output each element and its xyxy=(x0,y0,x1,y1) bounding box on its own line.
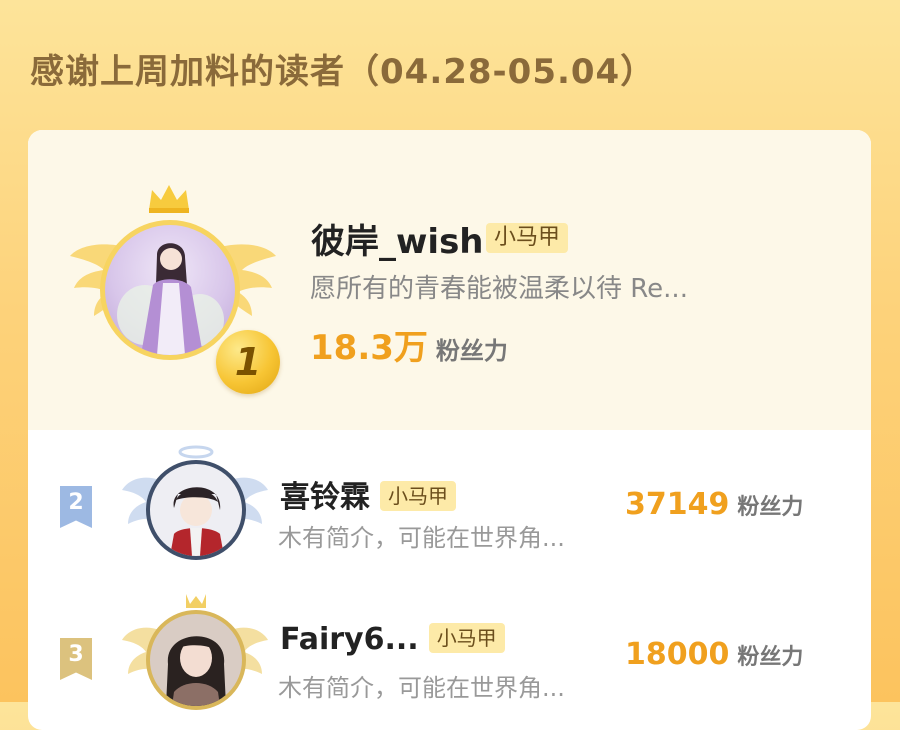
avatar-illustration xyxy=(117,243,224,355)
top-reader-bio: 愿所有的青春能被温柔以待 Re... xyxy=(310,274,688,304)
rank-ribbon-icon: 2 xyxy=(60,486,92,528)
avatar-illustration xyxy=(166,636,226,706)
fans-value: 18.3万 xyxy=(310,328,428,368)
reader-row[interactable]: 2 喜铃霖 小马甲 木有简介，可能在世界角... 37149 粉丝力 xyxy=(28,430,871,580)
top-reader-section[interactable]: 1 彼岸_wish 小马甲 愿所有的青春能被温柔以待 Re... 18.3万 粉丝… xyxy=(28,130,871,430)
reader-bio: 木有简介，可能在世界角... xyxy=(278,524,565,552)
page-title: 感谢上周加料的读者（04.28-05.04） xyxy=(30,52,656,92)
top-reader-avatar-frame: 1 xyxy=(68,182,280,394)
top-reader-name[interactable]: 彼岸_wish xyxy=(311,214,484,263)
fans-value: 18000 xyxy=(625,637,730,672)
fans-label: 粉丝力 xyxy=(435,337,508,365)
fans-value: 37149 xyxy=(625,487,730,522)
reader-badge: 小马甲 xyxy=(428,622,505,653)
top-reader-badge: 小马甲 xyxy=(486,223,569,253)
gold-medal-icon: 1 xyxy=(216,330,280,394)
reader-avatar[interactable] xyxy=(146,460,246,560)
crown-icon xyxy=(149,185,189,213)
reader-row[interactable]: 3 Fairy6... 小马甲 木有简介，可能在世界角... 18000 粉丝力 xyxy=(28,580,871,730)
rank-ribbon-icon: 3 xyxy=(60,638,92,680)
reader-avatar[interactable] xyxy=(146,610,246,710)
reader-fans: 18000 粉丝力 xyxy=(625,637,803,672)
top-reader-avatar[interactable] xyxy=(100,220,240,360)
reader-name[interactable]: 喜铃霖 小马甲 xyxy=(280,472,456,516)
leaderboard-card: 1 彼岸_wish 小马甲 愿所有的青春能被温柔以待 Re... 18.3万 粉丝… xyxy=(28,130,871,730)
reader-bio: 木有简介，可能在世界角... xyxy=(278,674,565,702)
avatar-illustration xyxy=(170,487,224,556)
fans-label: 粉丝力 xyxy=(737,645,804,670)
reader-avatar-frame xyxy=(120,590,270,730)
reader-fans: 37149 粉丝力 xyxy=(625,487,803,522)
fans-label: 粉丝力 xyxy=(737,495,804,520)
top-reader-fans: 18.3万 粉丝力 xyxy=(310,320,508,369)
reader-badge: 小马甲 xyxy=(380,480,456,511)
reader-name[interactable]: Fairy6... 小马甲 xyxy=(280,622,505,657)
reader-avatar-frame xyxy=(120,440,270,580)
reader-name-text: Fairy6... xyxy=(280,622,419,657)
reader-name-text: 喜铃霖 xyxy=(280,480,370,515)
